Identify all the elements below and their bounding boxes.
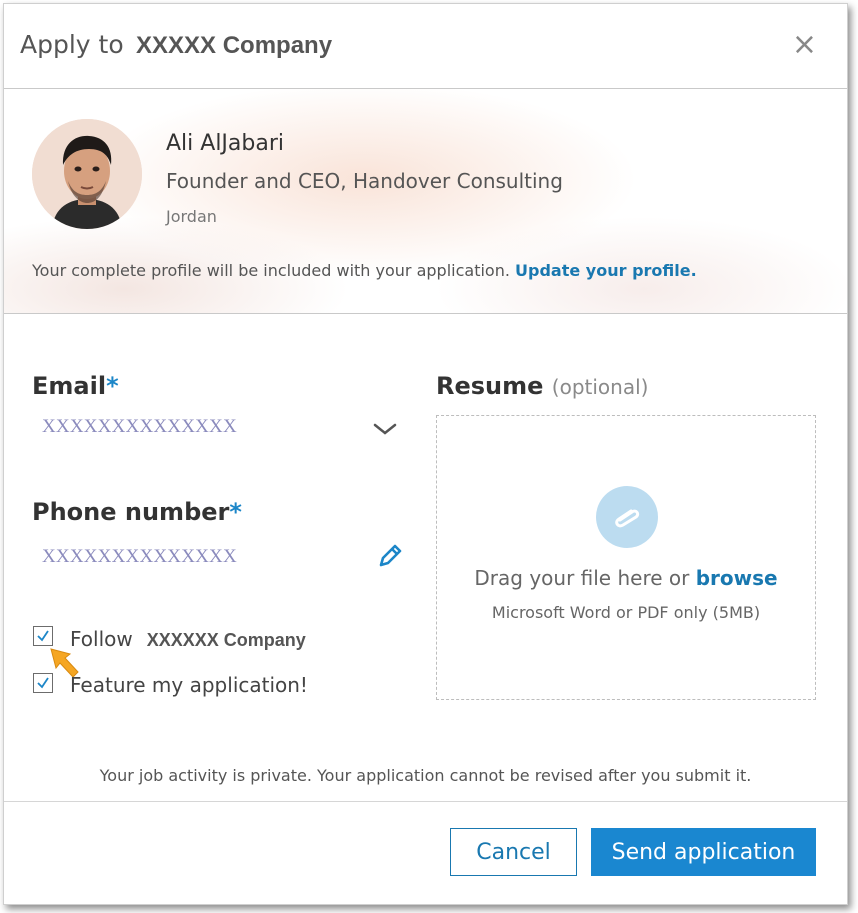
email-label: Email*	[32, 372, 119, 400]
feature-checkbox[interactable]	[33, 673, 53, 693]
send-application-button[interactable]: Send application	[591, 828, 816, 876]
dialog-title-prefix: Apply to	[20, 30, 124, 59]
check-icon	[37, 677, 49, 689]
file-type-hint: Microsoft Word or PDF only (5MB)	[491, 603, 761, 622]
resume-label: Resume (optional)	[436, 372, 648, 400]
dialog-header: Apply to XXXXX Company ×	[4, 4, 847, 89]
cancel-button[interactable]: Cancel	[450, 828, 577, 876]
phone-label: Phone number*	[32, 498, 242, 526]
profile-location: Jordan	[166, 207, 217, 226]
update-profile-link[interactable]: Update your profile.	[515, 261, 697, 280]
follow-checkbox[interactable]	[33, 626, 53, 646]
follow-label: Follow XXXXXX Company	[70, 627, 306, 651]
check-icon	[37, 630, 49, 642]
profile-headline: Founder and CEO, Handover Consulting	[166, 169, 563, 193]
resume-label-text: Resume	[436, 372, 544, 400]
avatar	[32, 119, 142, 229]
profile-note-text: Your complete profile will be included w…	[32, 261, 510, 280]
email-label-text: Email	[32, 372, 107, 400]
drag-text-label: Drag your file here or	[474, 566, 690, 590]
chevron-down-icon[interactable]	[370, 417, 400, 441]
dialog-title-company: XXXXX Company	[136, 32, 333, 59]
pencil-icon[interactable]	[374, 542, 404, 572]
phone-label-text: Phone number	[32, 498, 230, 526]
email-select[interactable]: XXXXXXXXXXXXXX	[42, 416, 237, 438]
feature-label: Feature my application!	[70, 673, 308, 697]
required-mark: *	[229, 498, 242, 526]
profile-card: Ali AlJabari Founder and CEO, Handover C…	[4, 89, 847, 314]
follow-company: XXXXXX Company	[146, 630, 306, 650]
required-mark: *	[106, 372, 119, 400]
footer-divider	[4, 801, 847, 802]
resume-optional: (optional)	[551, 375, 649, 399]
resume-dropzone[interactable]: Drag your file here or browse Microsoft …	[436, 415, 816, 700]
profile-note: Your complete profile will be included w…	[32, 261, 697, 280]
browse-link[interactable]: browse	[696, 566, 778, 590]
close-icon[interactable]: ×	[792, 30, 817, 60]
apply-dialog: Apply to XXXXX Company × Ali AlJabari Fo…	[3, 3, 848, 905]
profile-name: Ali AlJabari	[166, 131, 285, 156]
phone-field[interactable]: XXXXXXXXXXXXXX	[42, 546, 237, 568]
drag-text: Drag your file here or browse	[437, 566, 815, 590]
paperclip-icon	[596, 486, 658, 548]
privacy-note: Your job activity is private. Your appli…	[99, 766, 752, 785]
